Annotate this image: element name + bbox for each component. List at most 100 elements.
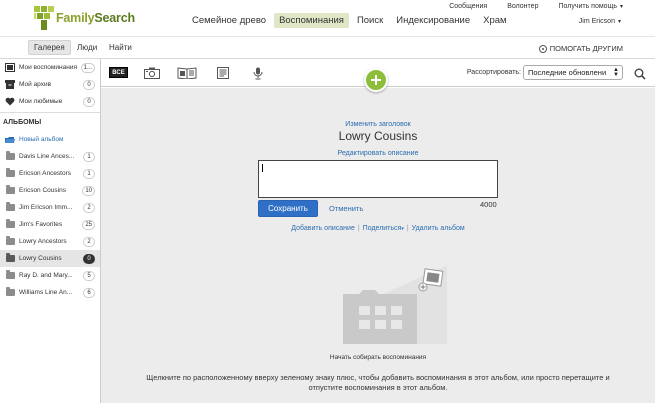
archive-icon (4, 80, 16, 89)
count-badge: 6 (83, 287, 95, 298)
nav-search[interactable]: Поиск (352, 13, 388, 28)
sidebar-item-my-archive[interactable]: Мой архив 0 (0, 76, 100, 93)
album-actions: Добавить описание | Поделиться▾ | Удалить ал… (101, 225, 655, 232)
folder-icon (5, 287, 15, 296)
logo-prefix: Family (56, 11, 95, 25)
character-count: 4000 (480, 200, 497, 209)
share-menu[interactable]: Поделиться▾ (363, 225, 404, 232)
sort-select[interactable]: Последние обновлени ▲ ▼ (523, 65, 623, 80)
user-menu[interactable]: Jim Ericson ▾ (579, 18, 621, 25)
filter-all-button[interactable]: ВСЕ (109, 67, 128, 78)
chevron-down-icon: ▾ (401, 226, 404, 232)
user-name: Jim Ericson (578, 18, 615, 25)
sidebar-album-item[interactable]: Williams Line An... 6 (0, 284, 100, 301)
sidebar-album-item[interactable]: Ray D. and Mary... 5 (0, 267, 100, 284)
sort-label: Рассортировать: (466, 69, 521, 76)
album-label: Lowry Cousins (19, 255, 62, 262)
photo-filter-icon[interactable] (144, 67, 160, 79)
empty-album-illustration (343, 266, 447, 344)
album-label: Ray D. and Mary... (19, 272, 73, 279)
album-label: Ericson Cousins (19, 187, 66, 194)
album-detail: Изменить заголовок Lowry Cousins Редакти… (101, 88, 655, 403)
sidebar-album-item[interactable]: Davis Line Ances... 1 (0, 148, 100, 165)
count-badge: 2 (83, 202, 95, 213)
familysearch-logo[interactable]: FamilySearch (33, 4, 135, 32)
cancel-link[interactable]: Отменить (329, 204, 363, 213)
tab-people[interactable]: Люди (72, 40, 102, 55)
nav-memories[interactable]: Воспоминания (274, 13, 349, 28)
new-folder-icon (4, 136, 16, 144)
logo-suffix: Search (94, 11, 135, 25)
folder-icon (5, 151, 15, 160)
story-filter-icon[interactable] (177, 67, 197, 79)
album-label: Williams Line An... (19, 289, 73, 296)
folder-icon (5, 168, 15, 177)
new-album-button[interactable]: Новый альбом (0, 131, 100, 148)
album-label: Lowry Ancestors (19, 238, 67, 245)
add-description-link[interactable]: Добавить описание (291, 225, 355, 232)
edit-title-link[interactable]: Изменить заголовок (101, 121, 655, 128)
save-button[interactable]: Сохранить (258, 200, 318, 217)
folder-icon (5, 185, 15, 194)
empty-state-title: Начать собирать воспоминания (329, 354, 427, 361)
help-others-button[interactable]: ПОМОГАТЬ ДРУГИМ (538, 44, 623, 53)
separator: | (406, 225, 409, 232)
count-badge: 1 (83, 151, 95, 162)
utility-nav: Сообщения Волонтер Получить помощь ▾ (449, 3, 623, 10)
folder-icon (5, 236, 15, 245)
sidebar-item-label: Мои любимые (19, 98, 63, 105)
description-textarea[interactable] (258, 160, 498, 198)
folder-icon (5, 270, 15, 279)
count-badge: 0 (83, 79, 95, 90)
sidebar-item-favorites[interactable]: Мои любимые 0 (0, 93, 100, 110)
delete-album-link[interactable]: Удалить альбом (412, 225, 465, 232)
sidebar-album-item[interactable]: Ericson Cousins 10 (0, 182, 100, 199)
album-title: Lowry Cousins (338, 129, 418, 143)
share-icon (538, 44, 547, 53)
count-badge: 0 (83, 253, 95, 264)
album-label: Jim's Favorites (19, 221, 63, 228)
help-others-label: ПОМОГАТЬ ДРУГИМ (549, 44, 623, 53)
album-label: Jim Ericson Imm... (19, 204, 73, 211)
nav-temple[interactable]: Храм (478, 13, 511, 28)
count-badge: 0 (83, 96, 95, 107)
nav-indexing[interactable]: Индексирование (391, 13, 475, 28)
help-menu[interactable]: Получить помощь ▾ (558, 3, 623, 10)
gallery-icon (4, 63, 16, 72)
sidebar-album-item[interactable]: Ericson Ancestors 1 (0, 165, 100, 182)
edit-description-label: Редактировать описание (337, 150, 419, 157)
count-badge: 1... (80, 62, 95, 73)
search-icon[interactable] (634, 67, 646, 80)
sidebar-album-item[interactable]: Jim's Favorites 25 (0, 216, 100, 233)
sidebar-album-item-selected[interactable]: Lowry Cousins 0 (0, 250, 100, 267)
filter-toolbar: ВСЕ Рассортировать: Последние обновлени … (101, 59, 655, 92)
tab-gallery[interactable]: Галерея (28, 40, 71, 55)
count-badge: 2 (83, 236, 95, 247)
count-badge: 5 (83, 270, 95, 281)
document-filter-icon[interactable] (216, 67, 230, 79)
sidebar-item-my-memories[interactable]: Мои воспоминания 1... (0, 59, 100, 76)
count-badge: 1 (83, 168, 95, 179)
help-label: Получить помощь (558, 3, 617, 10)
sidebar-item-label: Мой архив (19, 81, 52, 88)
messages-link[interactable]: Сообщения (449, 3, 487, 10)
sidebar-album-item[interactable]: Lowry Ancestors 2 (0, 233, 100, 250)
album-label: Davis Line Ances... (19, 153, 75, 160)
add-memory-button[interactable] (364, 68, 388, 92)
new-album-label: Новый альбом (19, 136, 64, 143)
audio-filter-icon[interactable] (253, 67, 263, 79)
sidebar-album-item[interactable]: Jim Ericson Imm... 2 (0, 199, 100, 216)
open-folder-icon (5, 253, 15, 262)
nav-family-tree[interactable]: Семейное древо (187, 13, 271, 28)
tab-find[interactable]: Найти (104, 40, 137, 55)
tree-logo-icon (34, 6, 54, 30)
sidebar-divider (0, 112, 100, 113)
empty-state-instructions: Щелкните по расположенному вверху зелено… (146, 373, 610, 392)
albums-heading: АЛЬБОМЫ (3, 119, 42, 126)
chevron-down-icon: ▾ (619, 4, 623, 10)
volunteer-link[interactable]: Волонтер (507, 3, 538, 10)
updown-arrows-icon: ▲ ▼ (613, 67, 619, 78)
share-label: Поделиться (362, 225, 402, 232)
chevron-down-icon: ▾ (617, 19, 621, 25)
site-header: FamilySearch Сообщения Волонтер Получить… (0, 0, 655, 34)
